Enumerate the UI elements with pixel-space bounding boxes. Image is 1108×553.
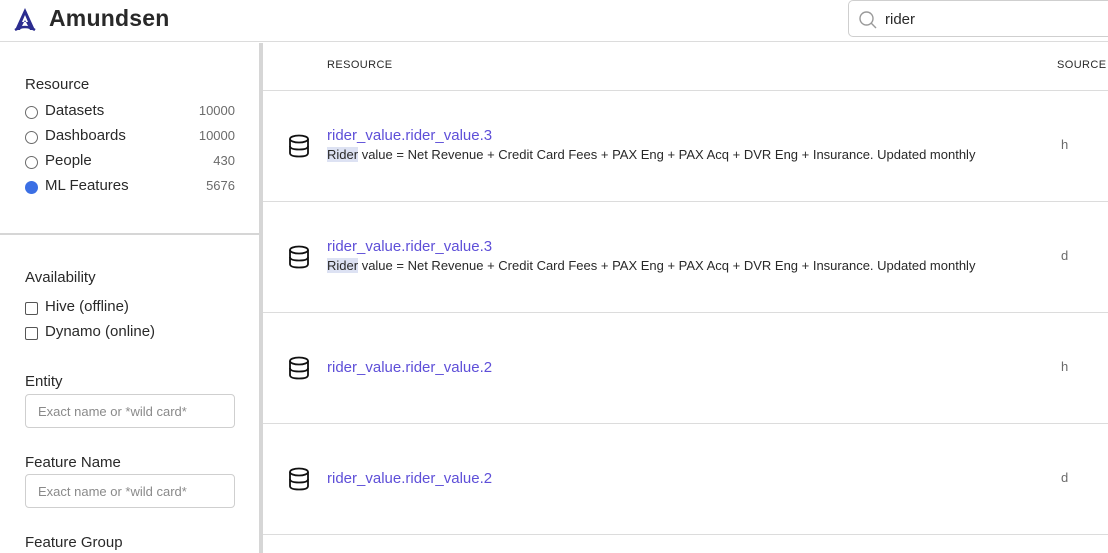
result-description: Rider value = Net Revenue + Credit Card … xyxy=(327,147,975,162)
resource-count: 430 xyxy=(213,153,235,168)
database-icon xyxy=(289,245,309,269)
result-source: h xyxy=(1061,359,1069,374)
database-icon xyxy=(289,467,309,491)
result-title-link[interactable]: rider_value.rider_value.2 xyxy=(327,470,492,487)
resource-option-datasets[interactable]: Datasets 10000 xyxy=(25,102,235,122)
resource-count: 10000 xyxy=(198,103,235,118)
checkbox-label: Hive (offline) xyxy=(45,298,129,315)
filter-sidebar: Resource Datasets 10000 Dashboards 10000… xyxy=(0,43,259,553)
result-row[interactable]: rider_value.rider_value.2 d xyxy=(263,424,1108,534)
amundsen-logo-icon[interactable] xyxy=(12,6,38,32)
result-title-link[interactable]: rider_value.rider_value.3 xyxy=(327,127,492,144)
sidebar-divider xyxy=(0,233,259,235)
search-highlight: Rider xyxy=(327,147,359,162)
search-bar[interactable] xyxy=(848,0,1108,37)
result-source: h xyxy=(1061,137,1069,152)
search-highlight: Rider xyxy=(327,258,359,273)
resource-count: 5676 xyxy=(206,178,235,193)
radio-button-selected[interactable] xyxy=(25,181,38,194)
availability-section-title: Availability xyxy=(25,269,96,286)
result-description: Rider value = Net Revenue + Credit Card … xyxy=(327,258,975,273)
entity-filter-input[interactable] xyxy=(25,394,235,428)
resource-count: 10000 xyxy=(198,128,235,143)
resource-label: Dashboards xyxy=(45,127,126,144)
resource-label: People xyxy=(45,152,92,169)
resource-label: ML Features xyxy=(45,177,129,194)
resource-label: Datasets xyxy=(45,102,105,119)
column-header-resource: RESOURCE xyxy=(327,59,393,71)
resource-section-title: Resource xyxy=(25,76,90,93)
result-source: d xyxy=(1061,470,1069,485)
feature-group-section-title: Feature Group xyxy=(25,534,123,551)
description-text: value = Net Revenue + Credit Card Fees +… xyxy=(358,258,976,273)
search-icon xyxy=(859,11,877,29)
database-icon xyxy=(289,134,309,158)
resource-option-dashboards[interactable]: Dashboards 10000 xyxy=(25,127,235,147)
result-title-link[interactable]: rider_value.rider_value.2 xyxy=(327,359,492,376)
feature-name-section-title: Feature Name xyxy=(25,454,121,471)
result-title-link[interactable]: rider_value.rider_value.3 xyxy=(327,238,492,255)
database-icon xyxy=(289,356,309,380)
row-divider xyxy=(263,534,1108,535)
result-source: d xyxy=(1061,248,1069,263)
search-input[interactable] xyxy=(885,9,1105,29)
radio-button[interactable] xyxy=(25,156,38,169)
result-row[interactable]: rider_value.rider_value.3 Rider value = … xyxy=(263,91,1108,201)
checkbox[interactable] xyxy=(25,327,38,340)
description-text: value = Net Revenue + Credit Card Fees +… xyxy=(358,147,976,162)
brand-name[interactable]: Amundsen xyxy=(49,5,169,32)
radio-button[interactable] xyxy=(25,131,38,144)
availability-option-hive[interactable]: Hive (offline) xyxy=(25,298,235,318)
feature-name-filter-input[interactable] xyxy=(25,474,235,508)
resource-option-ml-features[interactable]: ML Features 5676 xyxy=(25,177,235,197)
availability-option-dynamo[interactable]: Dynamo (online) xyxy=(25,323,235,343)
result-row[interactable]: rider_value.rider_value.3 Rider value = … xyxy=(263,202,1108,312)
checkbox[interactable] xyxy=(25,302,38,315)
radio-button[interactable] xyxy=(25,106,38,119)
search-results-list: RESOURCE SOURCE rider_value.rider_value.… xyxy=(263,43,1108,553)
entity-section-title: Entity xyxy=(25,373,63,390)
result-row[interactable]: rider_value.rider_value.2 h xyxy=(263,313,1108,423)
resource-option-people[interactable]: People 430 xyxy=(25,152,235,172)
column-header-source: SOURCE xyxy=(1057,59,1107,71)
top-navbar: Amundsen xyxy=(0,0,1108,42)
checkbox-label: Dynamo (online) xyxy=(45,323,156,340)
